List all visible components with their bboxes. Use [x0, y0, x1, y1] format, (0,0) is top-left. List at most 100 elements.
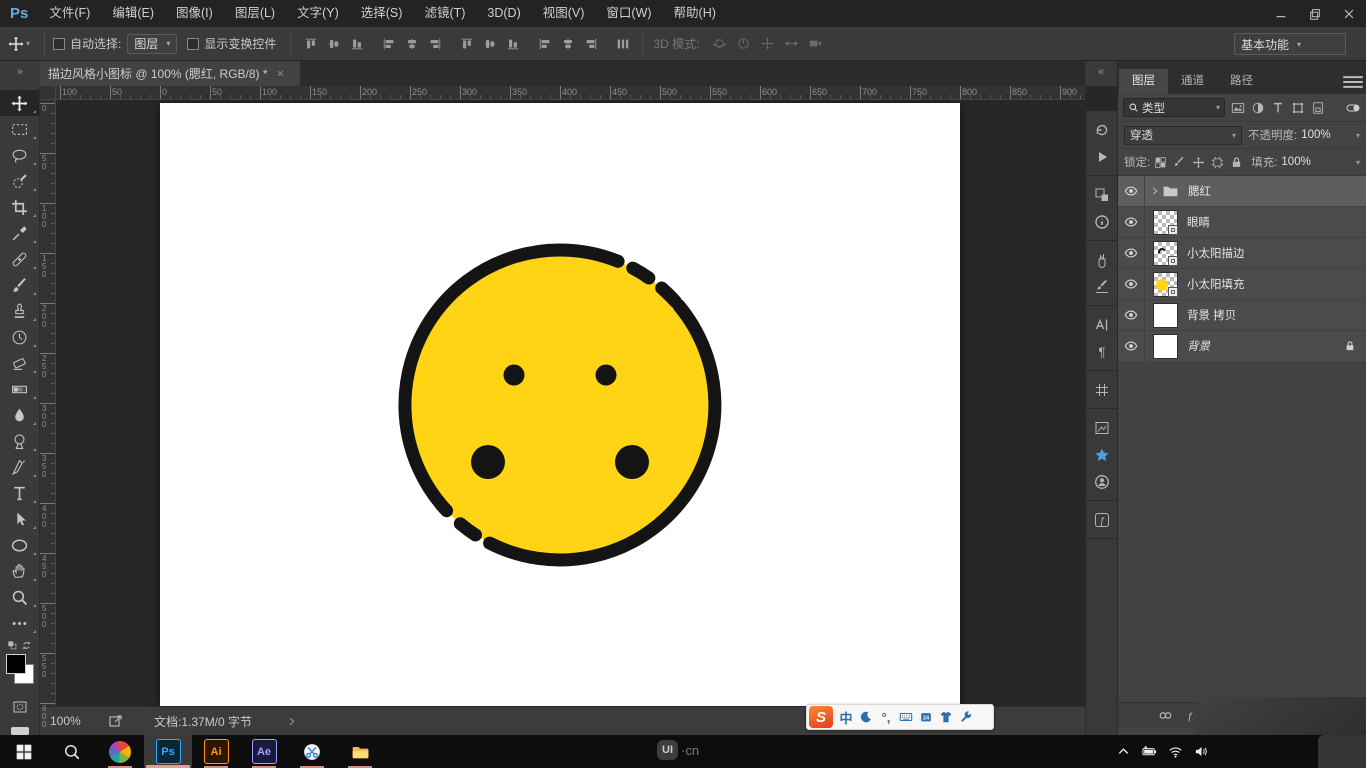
status-options-chevron-icon[interactable]	[286, 716, 297, 727]
3d-slide-button[interactable]	[779, 32, 803, 55]
quick-mask-button[interactable]	[0, 695, 39, 719]
panel-button-effects[interactable]: ƒ	[1086, 506, 1118, 533]
align-horizontal-centers-button[interactable]	[400, 32, 423, 55]
vertical-ruler[interactable]: 0 50 100 150 200 250 300 350 400 450 500 550 600	[40, 100, 56, 729]
zoom-level-field[interactable]: 100%	[50, 714, 94, 728]
3d-roll-button[interactable]	[731, 32, 755, 55]
panel-button-actions[interactable]	[1086, 143, 1118, 170]
disclosure-icon[interactable]	[1150, 186, 1160, 196]
distribute-horizontal-centers-button[interactable]	[556, 32, 579, 55]
dock-collapse-button[interactable]: «	[1085, 61, 1117, 86]
spot-healing-brush-tool[interactable]	[0, 246, 39, 272]
current-tool-button[interactable]: ▾	[8, 36, 30, 52]
align-right-edges-button[interactable]	[423, 32, 446, 55]
link-layers-button[interactable]	[1158, 708, 1173, 723]
panel-button-glyphs[interactable]	[1086, 376, 1118, 403]
sogou-logo[interactable]: S	[809, 706, 833, 728]
panel-button-adjustments[interactable]	[1086, 414, 1118, 441]
filter-adjustment-layers-button[interactable]	[1248, 98, 1268, 118]
punctuation-button[interactable]: °,	[876, 705, 896, 729]
taskbar-search[interactable]	[48, 735, 96, 768]
distribute-bottom-edges-button[interactable]	[501, 32, 524, 55]
tab-通道[interactable]: 通道	[1168, 69, 1217, 94]
horizontal-ruler[interactable]: 100 50 0 50 100 150 200 250 300 350 400 450 500 550 60…	[40, 86, 1085, 100]
align-top-edges-button[interactable]	[299, 32, 322, 55]
minimize-button[interactable]	[1264, 0, 1298, 27]
blur-tool[interactable]	[0, 402, 39, 428]
align-bottom-edges-button[interactable]	[345, 32, 368, 55]
menu-item-v[interactable]: 视图(V)	[532, 0, 596, 27]
show-transform-checkbox[interactable]	[187, 37, 200, 50]
brush-tool[interactable]	[0, 272, 39, 298]
visibility-toggle[interactable]	[1118, 206, 1145, 238]
menu-item-i[interactable]: 图像(I)	[165, 0, 224, 27]
panel-button-brush-settings[interactable]	[1086, 273, 1118, 300]
lock-image-pixels-button[interactable]	[1173, 156, 1186, 169]
lock-position-button[interactable]	[1192, 156, 1205, 169]
rectangular-marquee-tool[interactable]	[0, 116, 39, 142]
edit-toolbar[interactable]	[0, 610, 39, 636]
shortcut-24-button[interactable]: 24	[916, 705, 936, 729]
menu-item-f[interactable]: 文件(F)	[38, 0, 101, 27]
layer-row[interactable]: 眼睛	[1118, 206, 1366, 238]
hand-tool[interactable]	[0, 558, 39, 584]
type-tool[interactable]	[0, 480, 39, 506]
layer-row[interactable]: 腮红	[1118, 175, 1366, 207]
settings-button[interactable]	[956, 705, 976, 729]
canvas[interactable]	[160, 103, 960, 706]
filter-smart-objects-button[interactable]	[1308, 98, 1328, 118]
distribute-right-edges-button[interactable]	[579, 32, 602, 55]
lasso-tool[interactable]	[0, 142, 39, 168]
default-colors-icon[interactable]	[7, 640, 18, 651]
filter-toggle-icon[interactable]	[1345, 100, 1361, 116]
3d-scale-button[interactable]	[803, 32, 827, 55]
3d-drag-button[interactable]	[755, 32, 779, 55]
chinese-mode-button[interactable]: 中	[836, 705, 856, 729]
pen-tool[interactable]	[0, 454, 39, 480]
layer-row[interactable]: 背景 拷贝	[1118, 299, 1366, 331]
menu-item-t[interactable]: 滤镜(T)	[413, 0, 476, 27]
distribute-top-edges-button[interactable]	[455, 32, 478, 55]
panel-button-camera-raw[interactable]	[1086, 468, 1118, 495]
ellipse-tool[interactable]	[0, 532, 39, 558]
filter-type-layers-button[interactable]	[1268, 98, 1288, 118]
ruler-origin-corner[interactable]	[40, 86, 56, 100]
panel-button-brushes[interactable]	[1086, 246, 1118, 273]
filter-shape-layers-button[interactable]	[1288, 98, 1308, 118]
menu-item-dd[interactable]: 3D(D)	[476, 0, 531, 27]
blend-mode-dropdown[interactable]: 穿透 ▾	[1124, 125, 1242, 145]
panel-button-styles[interactable]	[1086, 441, 1118, 468]
lock-artboard-button[interactable]	[1211, 156, 1224, 169]
full-half-width-button[interactable]	[856, 705, 876, 729]
soft-keyboard-button[interactable]	[896, 705, 916, 729]
visibility-toggle[interactable]	[1118, 299, 1145, 331]
taskbar-screenshot-tool[interactable]	[288, 735, 336, 768]
gradient-tool[interactable]	[0, 376, 39, 402]
align-vertical-centers-button[interactable]	[322, 32, 345, 55]
lock-transparent-pixels-button[interactable]	[1154, 156, 1167, 169]
fill-value[interactable]: 100%	[1281, 156, 1310, 168]
move-tool[interactable]	[0, 90, 39, 116]
eraser-tool[interactable]	[0, 350, 39, 376]
menu-item-s[interactable]: 选择(S)	[350, 0, 414, 27]
lock-all-button[interactable]	[1230, 156, 1243, 169]
clone-stamp-tool[interactable]	[0, 298, 39, 324]
screen-mode-button[interactable]	[10, 727, 29, 735]
panel-button-info[interactable]	[1086, 208, 1118, 235]
menu-item-y[interactable]: 文字(Y)	[286, 0, 350, 27]
dodge-tool[interactable]	[0, 428, 39, 454]
taskbar-file-explorer[interactable]	[336, 735, 384, 768]
panel-button-history[interactable]	[1086, 116, 1118, 143]
menu-item-l[interactable]: 图层(L)	[224, 0, 286, 27]
zoom-tool[interactable]	[0, 584, 39, 610]
panel-button-paragraph[interactable]: ¶	[1086, 338, 1118, 365]
skin-button[interactable]	[936, 705, 956, 729]
tab-路径[interactable]: 路径	[1217, 69, 1266, 94]
filter-pixel-layers-button[interactable]	[1228, 98, 1248, 118]
filter-type-dropdown[interactable]: 类型 ▾	[1123, 98, 1225, 117]
foreground-color-swatch[interactable]	[6, 654, 26, 674]
eyedropper-tool[interactable]	[0, 220, 39, 246]
menu-item-e[interactable]: 编辑(E)	[101, 0, 165, 27]
crop-tool[interactable]	[0, 194, 39, 220]
panel-button-character[interactable]	[1086, 311, 1118, 338]
